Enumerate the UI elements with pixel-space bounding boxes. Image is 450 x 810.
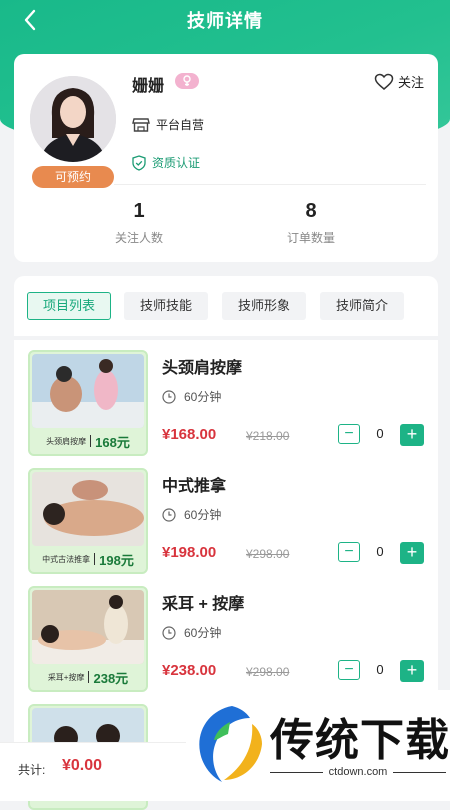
- service-price: ¥198.00: [162, 544, 217, 561]
- service-photo: [32, 472, 144, 546]
- service-photo: [32, 590, 144, 664]
- watermark-url: ctdown.com: [328, 766, 388, 778]
- tab-skills[interactable]: 技师技能: [124, 292, 208, 320]
- decrease-button[interactable]: −: [338, 424, 360, 444]
- orders-count: 8: [305, 200, 317, 222]
- watermark-url-row: ctdown.com: [270, 766, 447, 778]
- caption-separator: [90, 435, 92, 447]
- increase-button[interactable]: +: [400, 424, 424, 446]
- service-photo: [32, 354, 144, 428]
- thumbnail-caption: 采耳+按摩 238元: [32, 666, 144, 688]
- duration-text: 60分钟: [184, 508, 222, 522]
- follow-button[interactable]: 关注: [374, 72, 424, 91]
- duration-text: 60分钟: [184, 626, 222, 640]
- cert-label: 资质认证: [152, 156, 201, 170]
- service-price: ¥238.00: [162, 662, 217, 679]
- service-duration: 60分钟: [162, 506, 221, 523]
- profile-card: 可预约 姗姗 关注 平台自营 资质认证 1 关注人数 8 订单数量: [14, 54, 438, 262]
- thumbnail-caption: 中式古法推拿 198元: [32, 548, 144, 570]
- chevron-left-icon: [24, 9, 36, 31]
- watermark-brand: 传统下载: [270, 716, 450, 765]
- cert-row: 资质认证: [132, 154, 200, 171]
- availability-badge: 可预约: [32, 166, 114, 188]
- avatar[interactable]: [30, 76, 116, 162]
- followers-stat: 1 关注人数: [74, 200, 204, 246]
- avatar-illustration: [30, 76, 116, 162]
- list-item[interactable]: 采耳+按摩 238元 采耳 + 按摩 60分钟 ¥238.00 ¥298.00 …: [14, 576, 438, 692]
- store-icon: [132, 117, 150, 132]
- service-thumbnail: 中式古法推拿 198元: [28, 468, 148, 574]
- service-name: 采耳 + 按摩: [162, 596, 245, 613]
- decrease-button[interactable]: −: [338, 542, 360, 562]
- url-line-right: [393, 771, 447, 773]
- gender-badge: [175, 73, 199, 89]
- decrease-button[interactable]: −: [338, 660, 360, 680]
- service-duration: 60分钟: [162, 388, 221, 405]
- total-value: ¥0.00: [62, 757, 103, 774]
- orders-label: 订单数量: [286, 231, 335, 245]
- avatar-area: 可预约: [30, 76, 116, 188]
- follow-label: 关注: [397, 75, 424, 90]
- thumbnail-service-name: 采耳+按摩: [47, 672, 85, 682]
- quantity-value: 0: [376, 426, 384, 441]
- duration-text: 60分钟: [184, 390, 222, 404]
- store-row: 平台自营: [132, 116, 204, 133]
- top-bar: 技师详情: [0, 0, 450, 40]
- clock-icon: [162, 625, 176, 640]
- followers-count: 1: [133, 200, 145, 222]
- original-price: ¥218.00: [246, 429, 290, 443]
- caption-separator: [94, 553, 96, 565]
- tab-project-list[interactable]: 项目列表: [27, 292, 111, 320]
- technician-name: 姗姗: [132, 78, 165, 95]
- tab-bar: 项目列表 技师技能 技师形象 技师简介: [14, 276, 438, 336]
- brand-logo-icon: [199, 706, 262, 782]
- watermark: 传统下载 ctdown.com: [186, 690, 450, 800]
- service-thumbnail: 采耳+按摩 238元: [28, 586, 148, 692]
- original-price: ¥298.00: [246, 665, 290, 679]
- thumbnail-price: 168元: [95, 434, 130, 450]
- increase-button[interactable]: +: [400, 542, 424, 564]
- list-item[interactable]: 头颈肩按摩 168元 头颈肩按摩 60分钟 ¥168.00 ¥218.00 − …: [14, 340, 438, 456]
- clock-icon: [162, 507, 176, 522]
- quantity-value: 0: [376, 544, 384, 559]
- heart-icon: [374, 73, 394, 90]
- store-label: 平台自营: [156, 118, 205, 132]
- orders-stat: 8 订单数量: [246, 200, 376, 246]
- clock-icon: [162, 389, 176, 404]
- increase-button[interactable]: +: [400, 660, 424, 682]
- thumbnail-service-name: 中式古法推拿: [42, 554, 91, 564]
- shield-check-icon: [132, 154, 146, 171]
- url-line-left: [270, 771, 323, 773]
- thumbnail-service-name: 头颈肩按摩: [46, 436, 87, 446]
- female-icon: [183, 75, 191, 86]
- back-button[interactable]: [18, 6, 42, 34]
- tab-image[interactable]: 技师形象: [222, 292, 306, 320]
- caption-separator: [88, 671, 90, 683]
- service-thumbnail: 头颈肩按摩 168元: [28, 350, 148, 456]
- list-item[interactable]: 中式古法推拿 198元 中式推拿 60分钟 ¥198.00 ¥298.00 − …: [14, 458, 438, 574]
- page-title: 技师详情: [187, 11, 263, 31]
- service-name: 中式推拿: [162, 478, 227, 495]
- service-duration: 60分钟: [162, 624, 221, 641]
- original-price: ¥298.00: [246, 547, 290, 561]
- total-label: 共计:: [18, 763, 46, 777]
- thumbnail-price: 238元: [93, 670, 129, 686]
- tab-intro[interactable]: 技师简介: [320, 292, 404, 320]
- service-name: 头颈肩按摩: [162, 360, 243, 377]
- divider: [114, 184, 426, 185]
- service-price: ¥168.00: [162, 426, 217, 443]
- quantity-value: 0: [376, 662, 384, 677]
- thumbnail-caption: 头颈肩按摩 168元: [32, 430, 144, 452]
- followers-label: 关注人数: [114, 231, 163, 245]
- thumbnail-price: 198元: [99, 552, 134, 568]
